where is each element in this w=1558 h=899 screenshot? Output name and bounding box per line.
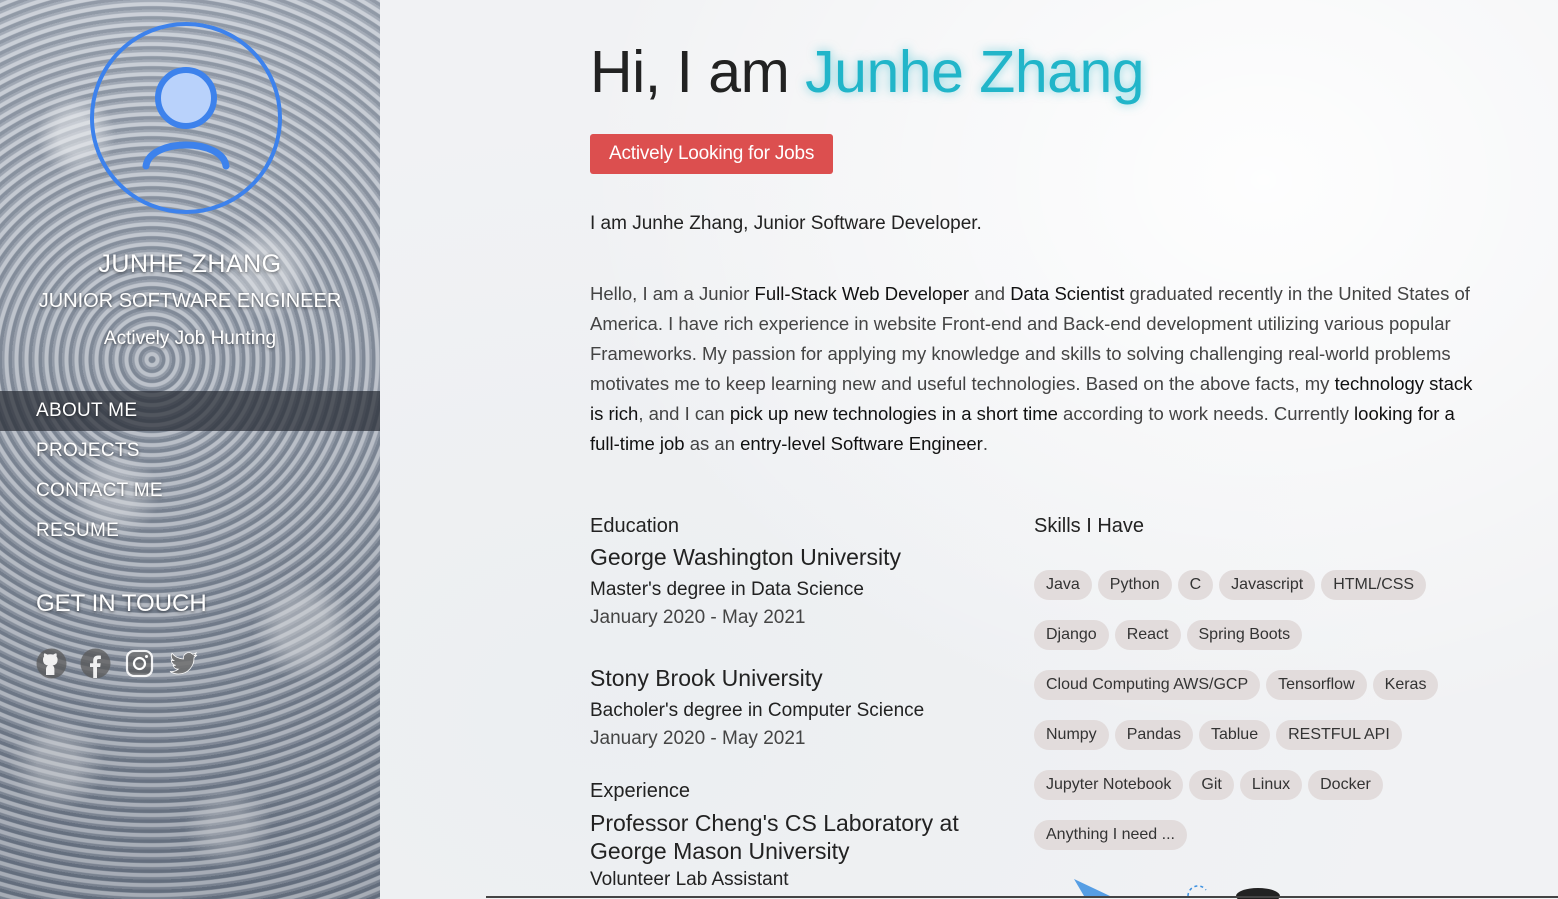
skill-tag[interactable]: C: [1177, 570, 1214, 600]
social-links: [36, 648, 199, 679]
bio-highlight: Data Scientist: [1010, 283, 1125, 304]
sidebar-nav: ABOUT ME PROJECTS CONTACT ME RESUME: [0, 391, 380, 551]
facebook-icon[interactable]: [80, 648, 111, 679]
nav-item-about-me[interactable]: ABOUT ME: [0, 391, 380, 431]
experience-label: Experience: [590, 780, 691, 802]
skill-tag[interactable]: Java: [1034, 570, 1092, 600]
skill-tag[interactable]: Jupyter Notebook: [1034, 770, 1184, 800]
nav-item-contact-me[interactable]: CONTACT ME: [0, 471, 380, 511]
skill-tag[interactable]: Cloud Computing AWS/GCP: [1034, 670, 1261, 700]
twitter-icon[interactable]: [168, 648, 199, 679]
school-name: Stony Brook University: [590, 665, 823, 691]
skill-tag[interactable]: Javascript: [1219, 570, 1316, 600]
skill-tag[interactable]: Tensorflow: [1266, 670, 1367, 700]
bio-text: and: [969, 283, 1011, 304]
education-label: Education: [590, 515, 679, 537]
skill-tag[interactable]: HTML/CSS: [1321, 570, 1427, 600]
avatar: [88, 20, 284, 216]
intro-text: I am Junhe Zhang, Junior Software Develo…: [590, 213, 982, 234]
skill-tag[interactable]: Pandas: [1114, 720, 1193, 750]
sidebar: JUNHE ZHANG JUNIOR SOFTWARE ENGINEER Act…: [0, 0, 380, 899]
skill-tag[interactable]: Keras: [1372, 670, 1439, 700]
experience-org: Professor Cheng's CS Laboratory at Georg…: [590, 809, 1010, 865]
profile-status: Actively Job Hunting: [103, 328, 277, 349]
github-icon[interactable]: [36, 648, 67, 679]
skills-column: Skills I Have Java Python C Javascript H…: [1034, 515, 1454, 850]
bio-text: , and I can: [638, 403, 730, 424]
skill-tag[interactable]: RESTFUL API: [1276, 720, 1402, 750]
bio-text: Hello, I am a Junior: [590, 283, 755, 304]
skills-label: Skills I Have: [1034, 515, 1145, 537]
get-in-touch-heading: GET IN TOUCH: [36, 590, 207, 617]
school-name: George Washington University: [590, 544, 902, 570]
profile-title: JUNIOR SOFTWARE ENGINEER: [38, 290, 342, 312]
experience-role: Volunteer Lab Assistant: [590, 869, 789, 890]
experience-org-line: George Mason University: [590, 838, 850, 864]
skill-tag[interactable]: Linux: [1239, 770, 1303, 800]
skill-tag[interactable]: React: [1114, 620, 1181, 650]
skill-tag[interactable]: Anything I need ...: [1034, 820, 1187, 850]
degree: Master's degree in Data Science: [590, 579, 864, 600]
bio-highlight: pick up new technologies in a short time: [729, 403, 1058, 424]
education-experience-column: Education George Washington University M…: [590, 515, 1010, 891]
bio-text: according to work needs. Currently: [1057, 403, 1355, 424]
bio-paragraph: Hello, I am a Junior Full-Stack Web Deve…: [590, 279, 1480, 459]
skill-tag[interactable]: Tablue: [1198, 720, 1271, 750]
instagram-icon[interactable]: [124, 648, 155, 679]
skills-list: Java Python C Javascript HTML/CSS Django…: [1034, 570, 1454, 850]
skill-tag[interactable]: Python: [1097, 570, 1172, 600]
edu-dates: January 2020 - May 2021: [590, 728, 806, 749]
main-content: Hi, I am Junhe Zhang Actively Looking fo…: [380, 0, 1558, 899]
skill-tag[interactable]: Django: [1034, 620, 1109, 650]
bio-highlight: Full-Stack Web Developer: [754, 283, 970, 304]
hero-prefix: Hi, I am: [590, 39, 806, 105]
nav-item-projects[interactable]: PROJECTS: [0, 431, 380, 471]
nav-item-resume[interactable]: RESUME: [0, 511, 380, 551]
job-status-badge: Actively Looking for Jobs: [590, 134, 834, 174]
skill-tag[interactable]: Docker: [1308, 770, 1383, 800]
hero-heading: Hi, I am Junhe Zhang: [590, 38, 1145, 106]
bio-text: as an: [684, 433, 741, 454]
skill-tag[interactable]: Numpy: [1034, 720, 1109, 750]
hero-name: Junhe Zhang: [805, 39, 1145, 105]
bio-highlight: entry-level Software Engineer: [740, 433, 983, 454]
degree: Bacholer's degree in Computer Science: [590, 700, 925, 721]
skill-tag[interactable]: Spring Boots: [1186, 620, 1303, 650]
bottom-divider: [486, 896, 1558, 898]
bio-text: .: [982, 433, 988, 454]
skill-tag[interactable]: Git: [1189, 770, 1234, 800]
profile-name: JUNHE ZHANG: [98, 250, 282, 278]
experience-org-line: Professor Cheng's CS Laboratory at: [590, 810, 959, 836]
user-avatar-icon: [90, 22, 282, 214]
edu-dates: January 2020 - May 2021: [590, 607, 806, 628]
